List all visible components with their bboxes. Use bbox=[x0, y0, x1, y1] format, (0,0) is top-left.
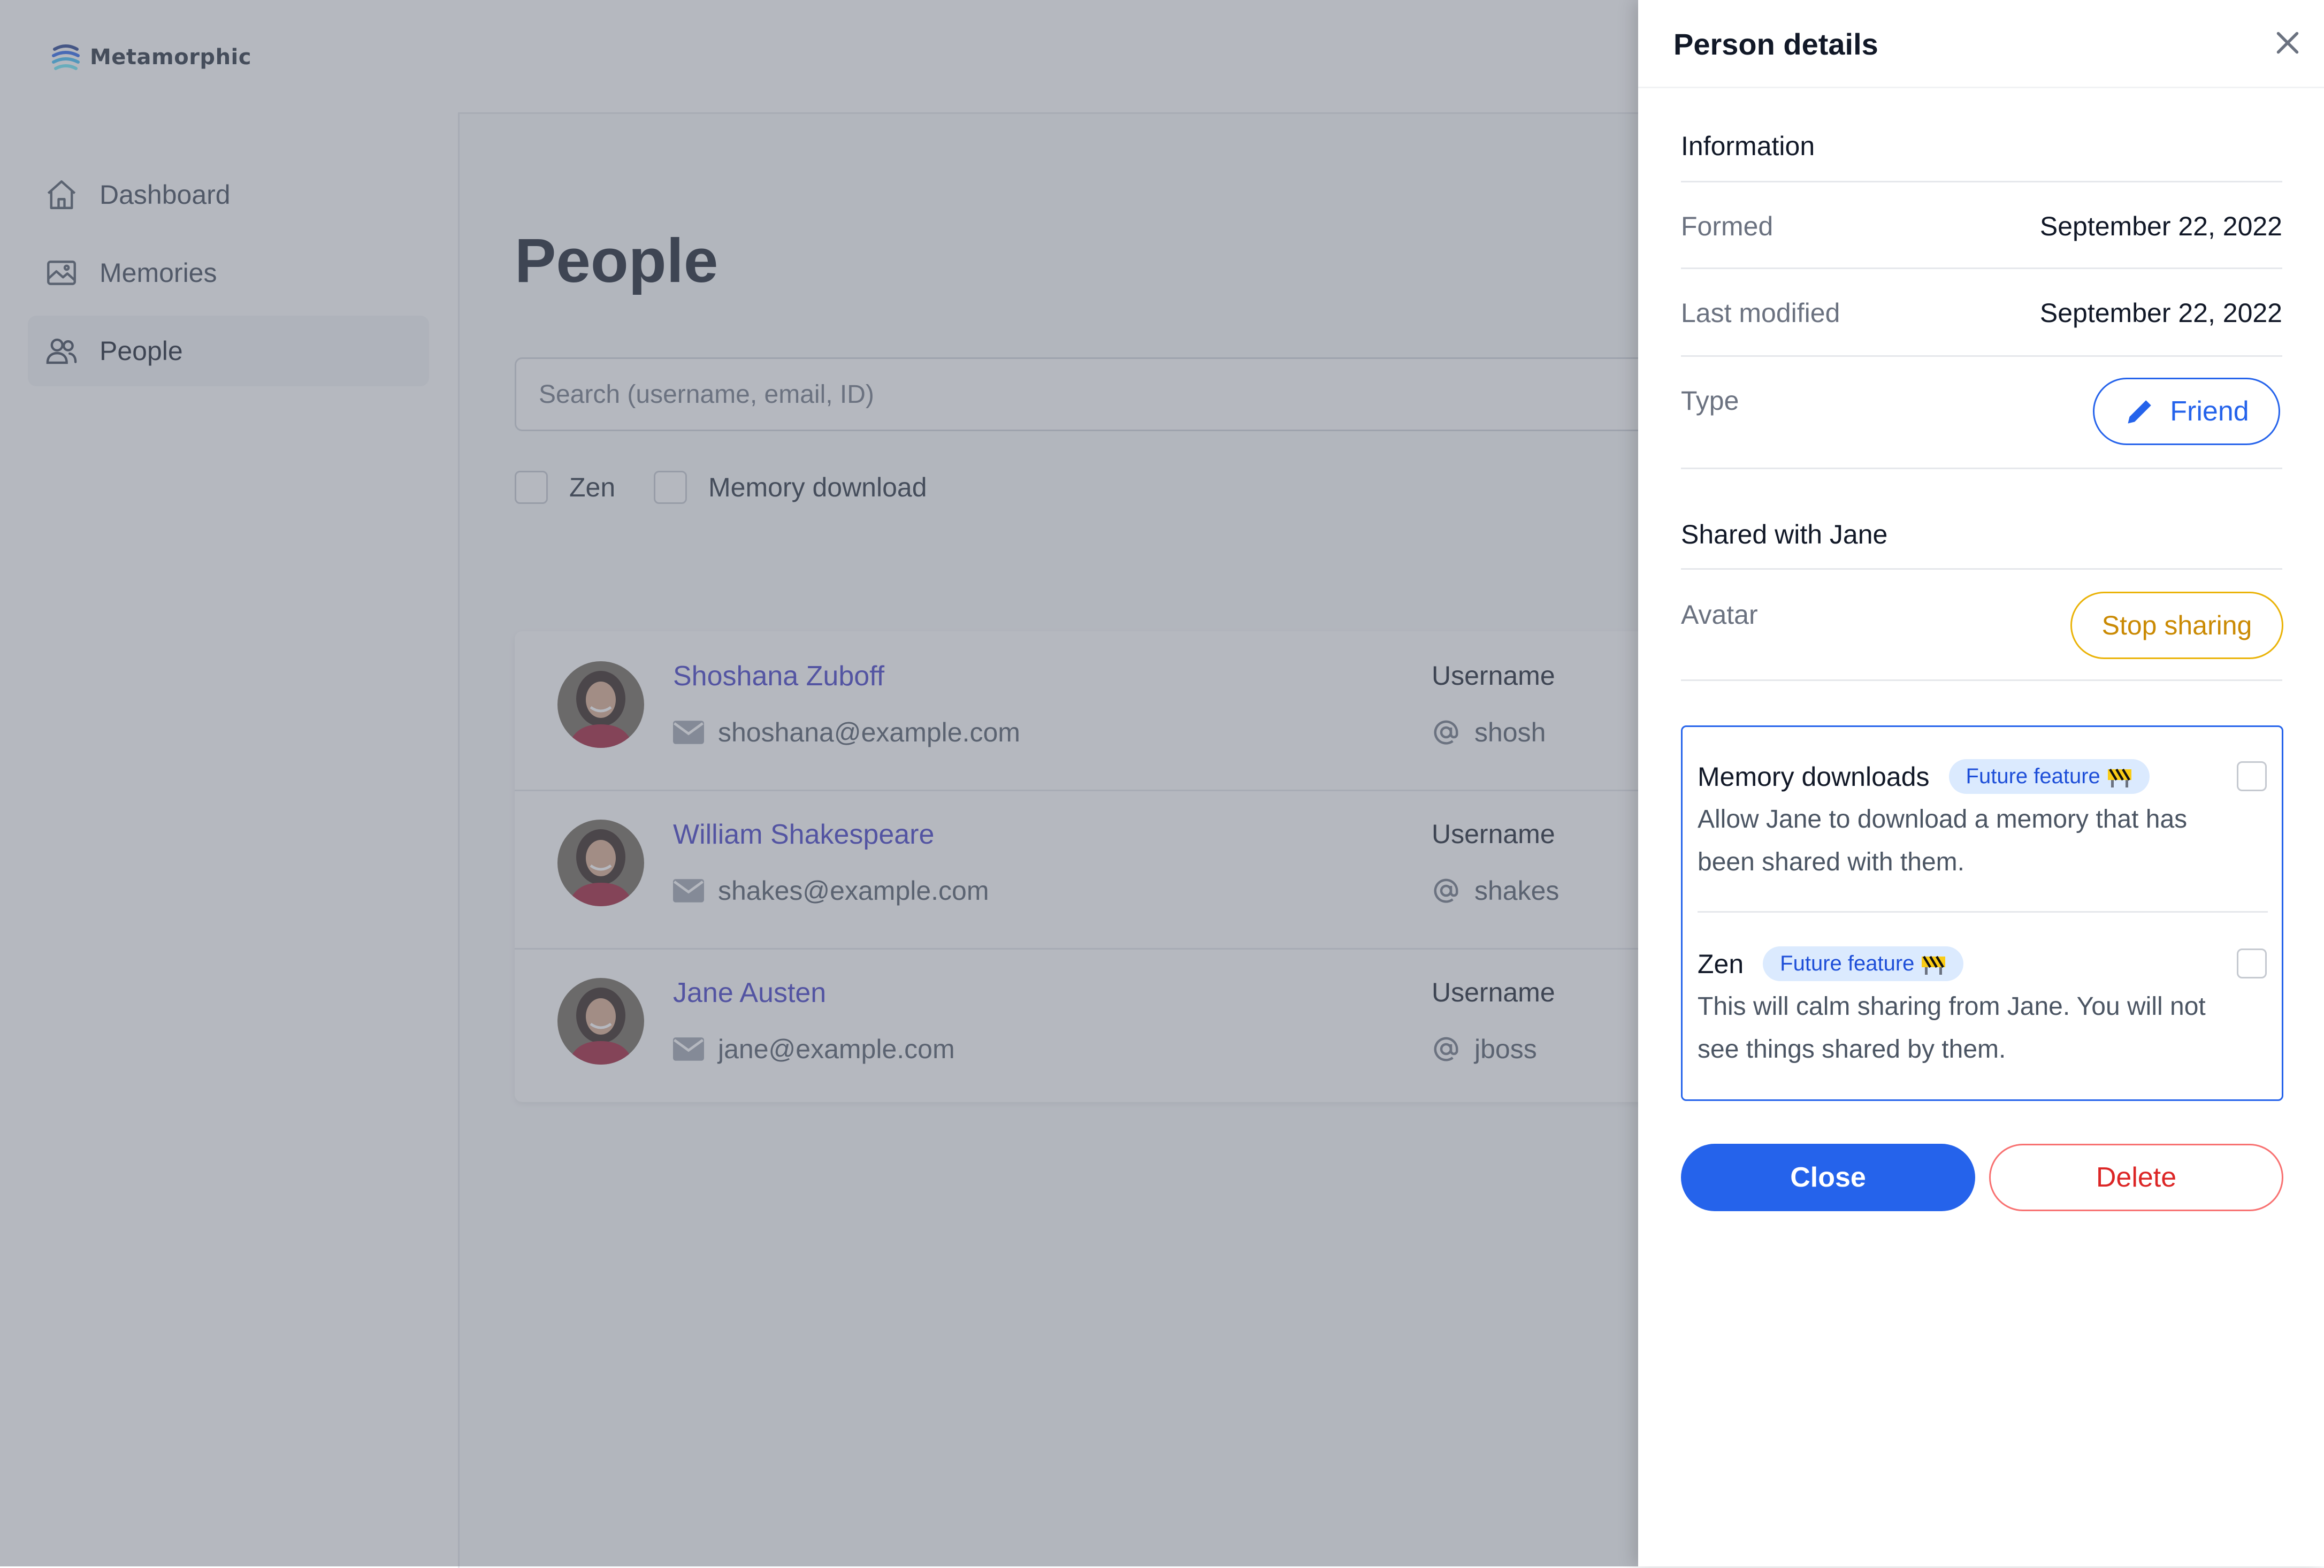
construction-icon bbox=[2107, 768, 2131, 787]
feature-title: Memory downloads bbox=[1698, 761, 1930, 792]
future-feature-badge: Future feature bbox=[1948, 759, 2150, 794]
shared-heading: Shared with Jane bbox=[1681, 519, 1888, 549]
stop-sharing-button[interactable]: Stop sharing bbox=[2070, 592, 2283, 659]
divider bbox=[1681, 181, 2282, 182]
delete-button[interactable]: Delete bbox=[1989, 1144, 2283, 1211]
formed-label: Formed bbox=[1681, 211, 1773, 241]
feature-memory-downloads: Memory downloads Future feature Allow Ja… bbox=[1698, 759, 2268, 884]
feature-zen: Zen Future feature This will calm sharin… bbox=[1698, 946, 2268, 1071]
last-modified-value: September 22, 2022 bbox=[2039, 298, 2282, 328]
divider bbox=[1681, 468, 2282, 469]
panel-title: Person details bbox=[1673, 27, 1878, 61]
feature-options: Memory downloads Future feature Allow Ja… bbox=[1681, 725, 2283, 1101]
person-details-panel: Person details Information Formed Septem… bbox=[1638, 0, 2324, 1566]
feature-description: Allow Jane to download a memory that has… bbox=[1698, 805, 2188, 876]
formed-value: September 22, 2022 bbox=[2039, 211, 2282, 241]
type-value: Friend bbox=[2170, 396, 2249, 427]
divider bbox=[1681, 568, 2282, 570]
close-icon[interactable] bbox=[2272, 27, 2304, 59]
panel-header: Person details bbox=[1638, 0, 2324, 88]
information-heading: Information bbox=[1681, 131, 1815, 161]
divider bbox=[1681, 355, 2282, 357]
avatar-label: Avatar bbox=[1681, 600, 1758, 630]
last-modified-label: Last modified bbox=[1681, 298, 1840, 328]
divider bbox=[1698, 911, 2268, 913]
divider bbox=[1681, 679, 2282, 681]
divider bbox=[1681, 267, 2282, 269]
pencil-icon bbox=[2128, 400, 2152, 424]
future-feature-badge: Future feature bbox=[1763, 946, 1964, 981]
close-button[interactable]: Close bbox=[1681, 1144, 1975, 1211]
construction-icon bbox=[1922, 955, 1946, 975]
feature-title: Zen bbox=[1698, 949, 1744, 979]
zen-feature-checkbox[interactable] bbox=[2237, 949, 2267, 978]
type-edit-button[interactable]: Friend bbox=[2093, 378, 2280, 445]
type-label: Type bbox=[1681, 386, 1739, 416]
memory-downloads-checkbox[interactable] bbox=[2237, 761, 2267, 791]
modal-backdrop[interactable] bbox=[0, 0, 1638, 1566]
feature-description: This will calm sharing from Jane. You wi… bbox=[1698, 992, 2206, 1064]
